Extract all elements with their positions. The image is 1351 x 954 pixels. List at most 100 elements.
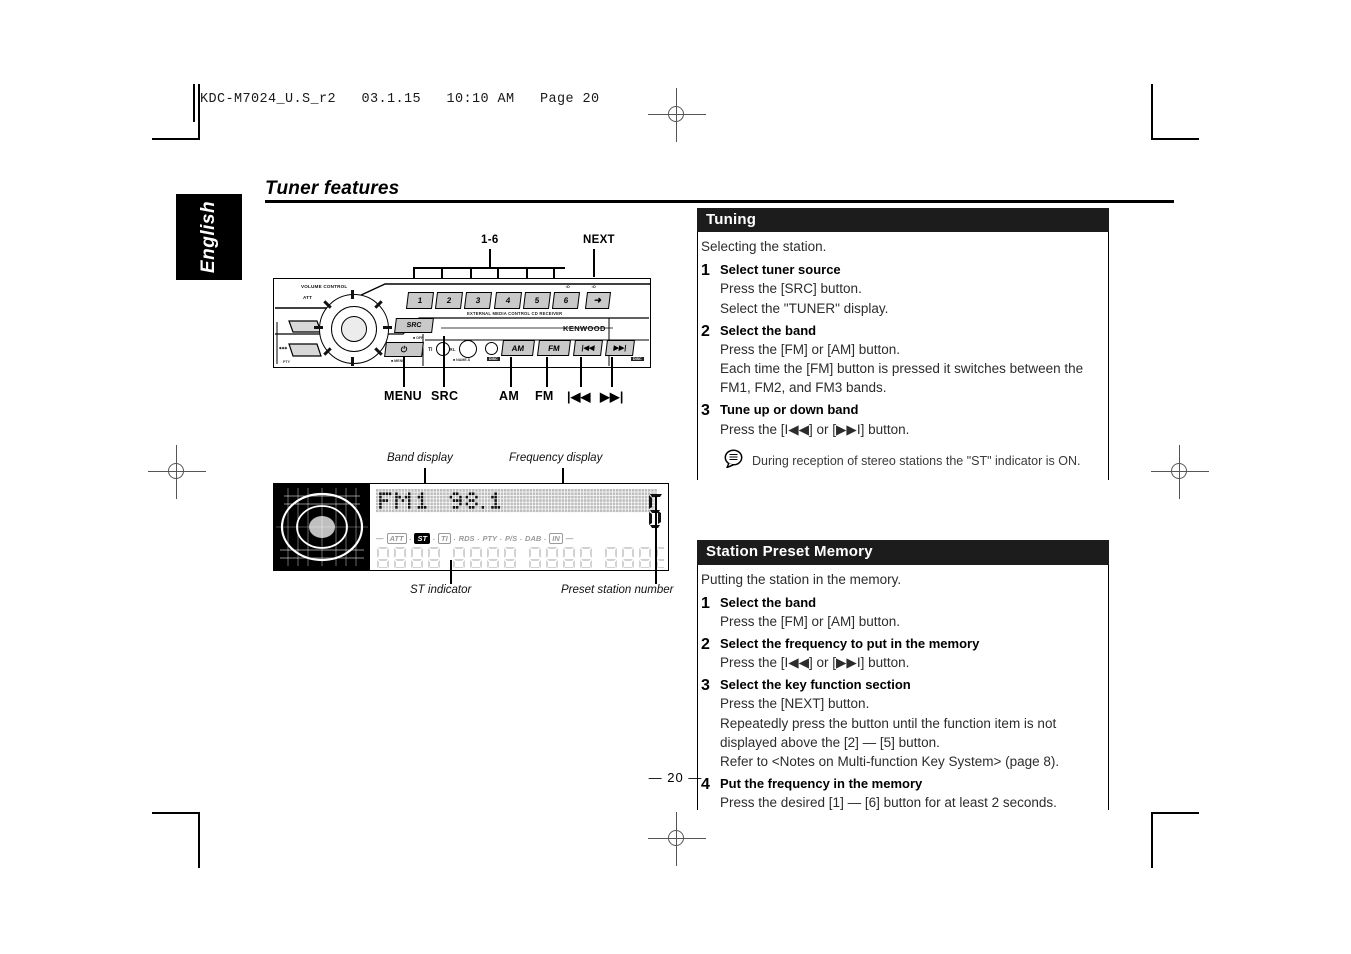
indicator-in: IN — [549, 532, 563, 544]
lcd-text-area: — ATT . ST . TI . RDS . PTY . P/S . DAB … — [370, 484, 668, 570]
preset-button-1[interactable]: 1 — [405, 292, 435, 309]
indicator-ti: TI — [438, 532, 451, 544]
step-item: 1 Select the band Press the [FM] or [AM]… — [698, 590, 1098, 631]
model-line: EXTERNAL MEDIA CONTROL CD RECEIVER — [467, 311, 563, 316]
src-button[interactable]: SRC — [394, 318, 434, 333]
step-number: 3 — [701, 677, 710, 695]
section-heading-tuning: Tuning — [697, 208, 1109, 233]
step-line: Press the [SRC] button. — [720, 281, 862, 297]
language-tab: English — [176, 194, 242, 280]
faceplate-body: VOLUME CONTROL ATT ◆◆◆ PTY 1 2 3 4 5 6 ➜… — [273, 278, 651, 368]
section-lead-tuning: Selecting the station. — [701, 239, 827, 255]
fm-button[interactable]: FM — [537, 340, 571, 356]
track-previous-button[interactable]: |◀◀ — [573, 340, 603, 356]
aux-button[interactable] — [485, 342, 498, 355]
note-block: During reception of stereo stations the … — [698, 439, 1098, 479]
step-item: 2 Select the band Press the [FM] or [AM]… — [698, 318, 1098, 398]
callout-track-previous: |◀◀ — [567, 390, 591, 404]
brand-label: KENWOOD — [563, 324, 606, 333]
preset-button-3[interactable]: 3 — [463, 292, 493, 309]
callout-fm: FM — [535, 389, 554, 403]
print-header-text: KDC-M7024_U.S_r2 03.1.15 10:10 AM Page 2… — [200, 92, 600, 107]
step-line: Press the desired [1] — [6] button for a… — [720, 795, 1057, 811]
lcd-graphic-area — [274, 484, 370, 570]
section-tuning: Tuning Selecting the station. 1 Select t… — [697, 208, 1109, 481]
step-number: 1 — [701, 594, 710, 612]
lcd-indicator-row: — ATT . ST . TI . RDS . PTY . P/S . DAB … — [376, 532, 574, 544]
callout-am: AM — [499, 389, 520, 403]
step-line: Press the [NEXT] button. — [720, 696, 870, 712]
step-heading: Select the frequency to put in the memor… — [720, 635, 980, 651]
step-number: 2 — [701, 322, 710, 340]
callout-preset-station-number: Preset station number — [561, 584, 674, 596]
preset-button-2[interactable]: 2 — [434, 292, 464, 309]
step-line: Press the [FM] or [AM] button. — [720, 341, 901, 357]
src-off-label: OFF — [416, 336, 424, 340]
callout-st-indicator: ST indicator — [410, 584, 472, 596]
callout-menu: MENU — [384, 389, 423, 403]
note-icon — [724, 449, 744, 473]
callout-frequency-display: Frequency display — [509, 452, 603, 464]
volume-control-label: VOLUME CONTROL — [301, 284, 348, 289]
step-line: Press the [I◀◀] or [▶▶I] button. — [720, 421, 910, 437]
callout-next: NEXT — [583, 234, 615, 246]
step-item: 3 Tune up or down band Press the [I◀◀] o… — [698, 397, 1098, 438]
section-heading-station-preset-memory: Station Preset Memory — [697, 540, 1109, 565]
indicator-ps: P/S — [505, 533, 518, 543]
step-line: Repeatedly press the button until the fu… — [720, 715, 1057, 731]
am-button[interactable]: AM — [501, 340, 535, 356]
registration-mark-right — [1151, 445, 1209, 499]
lcd-panel: — ATT . ST . TI . RDS . PTY . P/S . DAB … — [273, 483, 669, 571]
step-line: Press the [I◀◀] or [▶▶I] button. — [720, 655, 910, 671]
disc-label: DISC — [487, 357, 500, 361]
menu-power-button[interactable]: ⏻ — [384, 342, 424, 357]
step-number: 1 — [701, 262, 710, 280]
step-item: 2 Select the frequency to put in the mem… — [698, 631, 1098, 672]
step-heading: Select the key function section — [720, 677, 911, 693]
scrl-knob[interactable] — [459, 340, 477, 358]
step-item: 1 Select tuner source Press the [SRC] bu… — [698, 257, 1098, 318]
pty-left-label: PTY — [283, 360, 290, 364]
registration-mark-left — [148, 445, 206, 499]
registration-mark-top — [648, 88, 706, 142]
step-line: Select the "TUNER" display. — [720, 300, 889, 316]
indicator-dab: DAB — [525, 533, 542, 543]
next-button[interactable]: ➜ — [584, 292, 612, 309]
callout-track-next: ▶▶| — [600, 390, 624, 404]
page-title: Tuner features — [265, 178, 400, 199]
step-item: 3 Select the key function section Press … — [698, 672, 1098, 771]
step-heading: Select the band — [720, 594, 817, 610]
indicator-st: ST — [414, 532, 431, 544]
step-line: Refer to <Notes on Multi-function Key Sy… — [720, 753, 1060, 769]
preset-button-5[interactable]: 5 — [522, 292, 552, 309]
registration-mark-bottom — [648, 812, 706, 866]
callout-presets-1-6: 1-6 — [481, 234, 499, 246]
att-label: ATT — [303, 295, 313, 300]
step-line: FM1, FM2, and FM3 bands. — [720, 380, 887, 396]
lcd-segment-row — [374, 546, 664, 568]
page-title-rule — [265, 200, 1174, 203]
indicator-rds: RDS — [458, 533, 475, 543]
callout-src: SRC — [431, 389, 459, 403]
indicator-pty: PTY — [482, 533, 498, 543]
section-lead-station-preset-memory: Putting the station in the memory. — [701, 571, 902, 587]
lcd-dot-matrix-row — [376, 489, 664, 517]
ti-label[interactable]: TI — [428, 347, 432, 353]
step-heading: Select tuner source — [720, 262, 841, 278]
step-line: Press the [FM] or [AM] button. — [720, 613, 901, 629]
display-figure: Band display Frequency display — ATT . S… — [265, 450, 685, 600]
header-rule — [193, 84, 195, 122]
track-next-button[interactable]: ▶▶| — [605, 340, 635, 356]
step-heading: Tune up or down band — [720, 402, 859, 418]
page-number: — 20 — — [648, 770, 703, 785]
name-s-label: NAME.S — [456, 358, 471, 362]
note-text: During reception of stereo stations the … — [752, 453, 1081, 468]
step-number: 3 — [701, 402, 710, 420]
faceplate-figure: 1-6 NEXT VOLUME CONTROL ATT ◆◆◆ PTY 1 2 … — [265, 232, 685, 417]
step-line: Each time the [FM] button is pressed it … — [720, 361, 1084, 377]
preset-button-6[interactable]: 6 — [551, 292, 581, 309]
preset-button-4[interactable]: 4 — [493, 292, 523, 309]
step-number: 2 — [701, 635, 710, 653]
instructions-column: Tuning Selecting the station. 1 Select t… — [697, 208, 1109, 810]
indicator-att: ATT — [386, 532, 407, 544]
